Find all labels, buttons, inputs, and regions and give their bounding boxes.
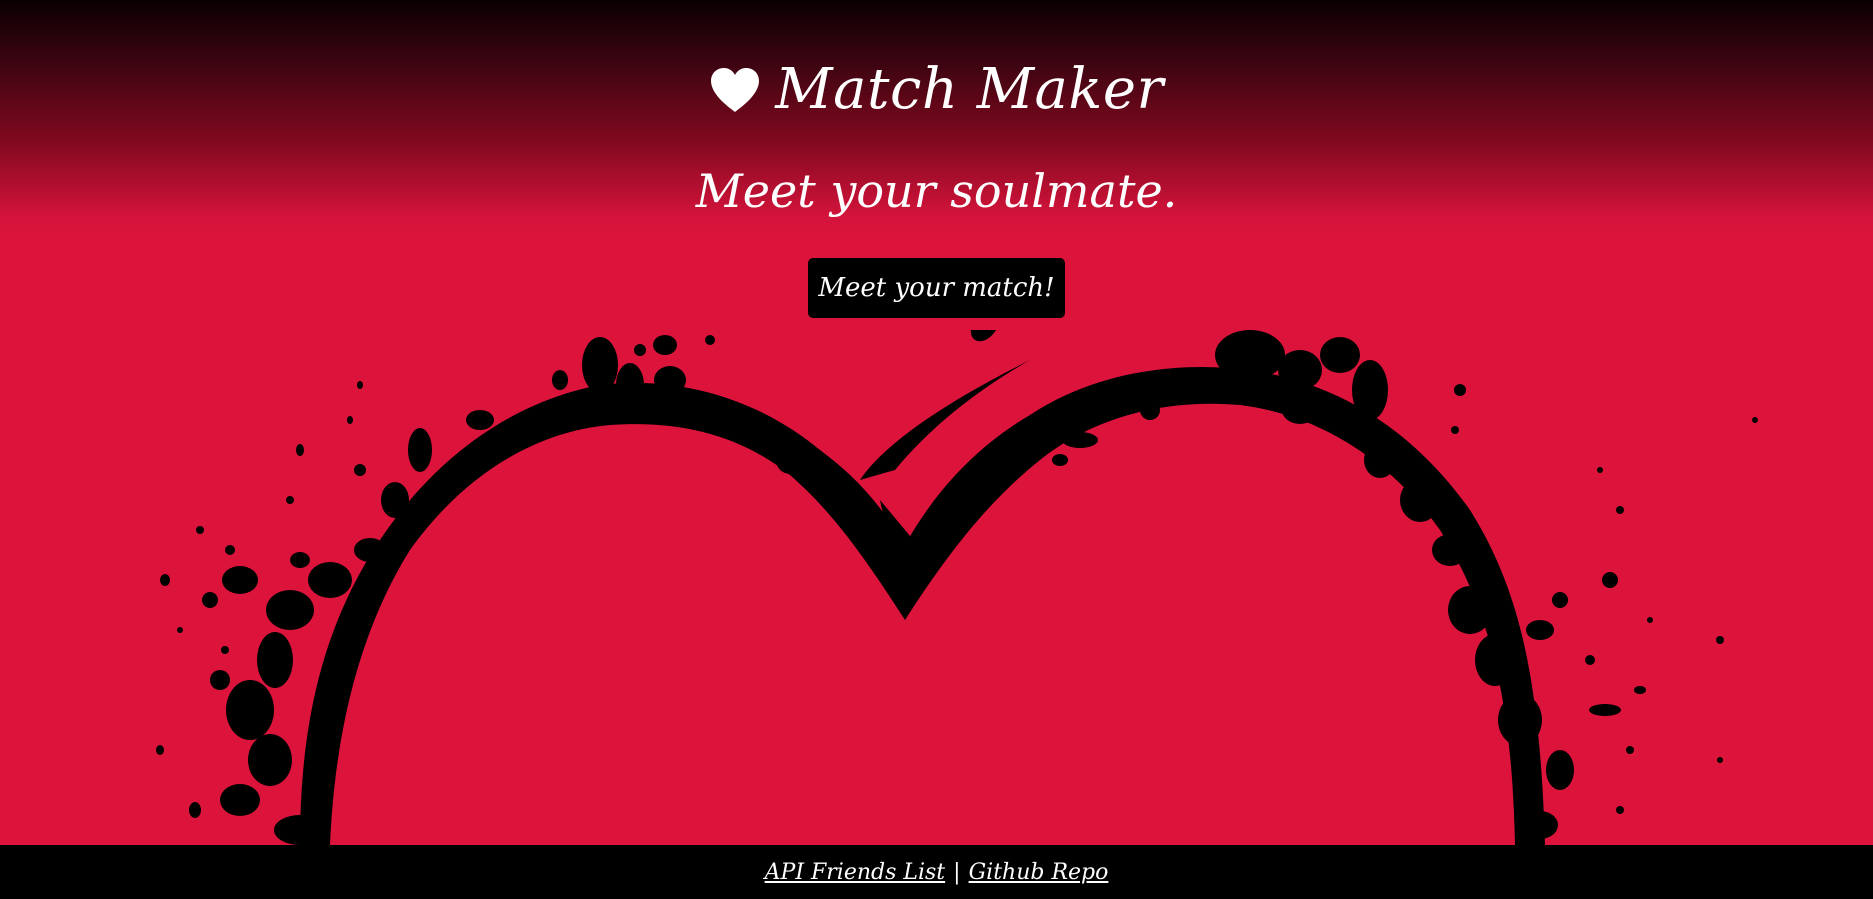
tagline: Meet your soulmate. bbox=[695, 164, 1178, 218]
heart-icon bbox=[711, 68, 760, 112]
app-title: Match Maker bbox=[775, 57, 1164, 122]
meet-your-match-button[interactable]: Meet your match! bbox=[808, 258, 1065, 318]
github-repo-link[interactable]: Github Repo bbox=[969, 860, 1109, 885]
footer: API Friends List | Github Repo bbox=[0, 845, 1873, 899]
footer-separator: | bbox=[953, 859, 961, 885]
heart-splatter-graphic bbox=[156, 330, 1758, 845]
title-row: Match Maker bbox=[0, 62, 1873, 118]
api-friends-list-link[interactable]: API Friends List bbox=[765, 860, 946, 885]
